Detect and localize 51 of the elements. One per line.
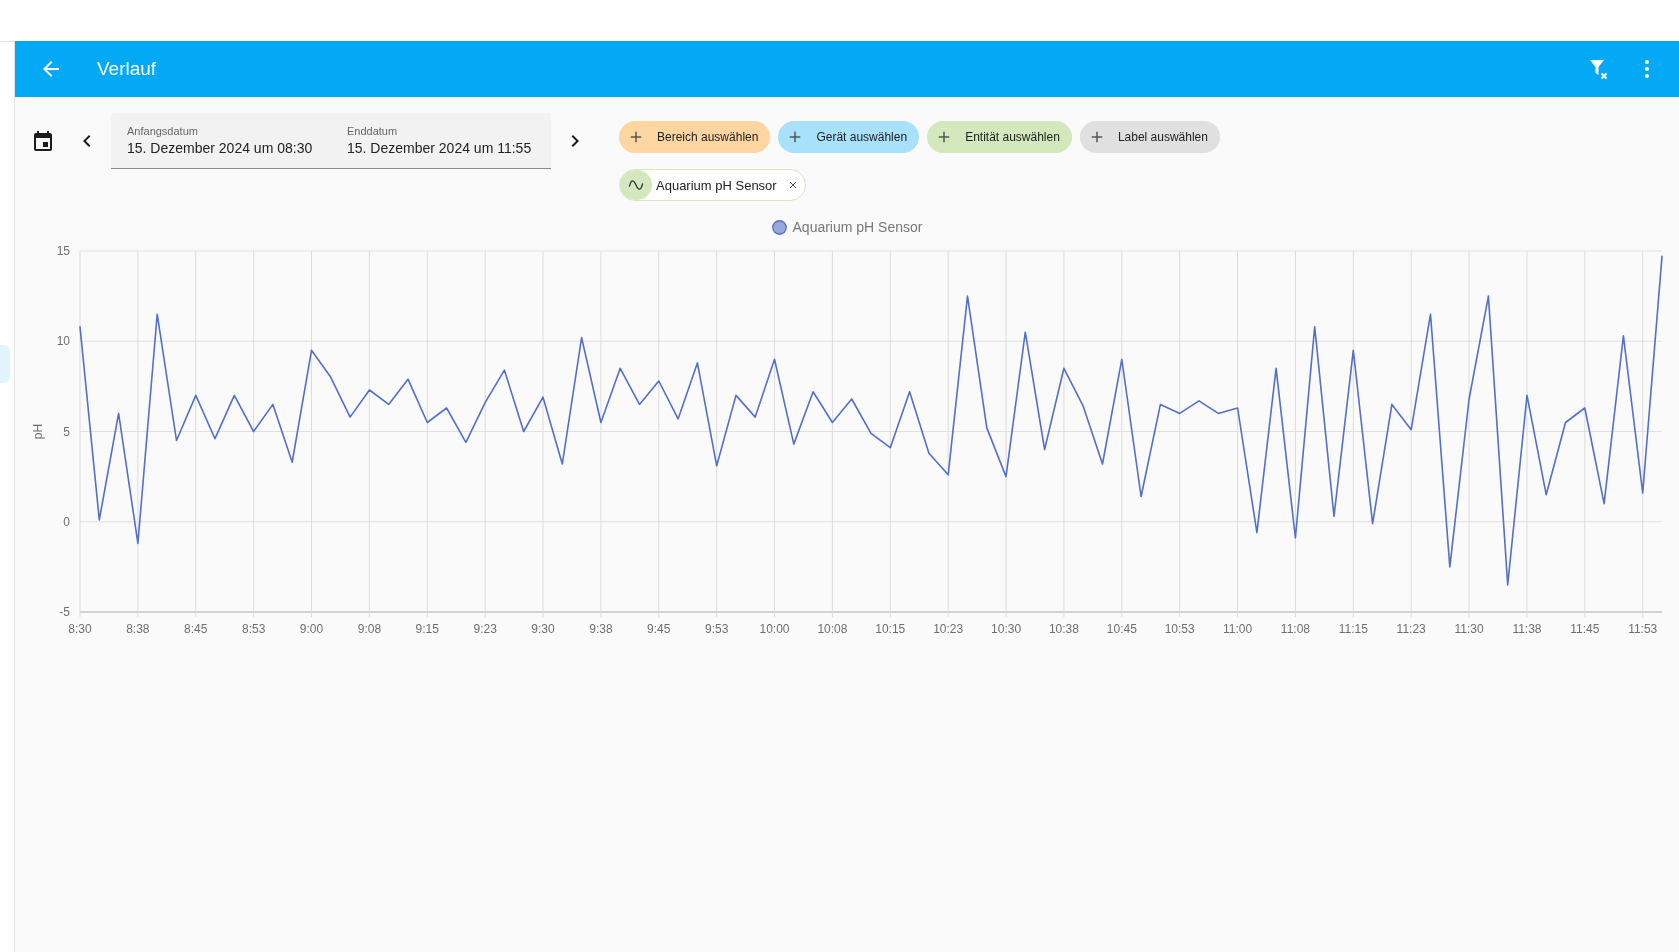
- x-tick-label: 8:45: [184, 622, 208, 636]
- x-tick-label: 9:53: [705, 622, 729, 636]
- x-tick-label: 10:08: [817, 622, 848, 636]
- selected-entity-chip[interactable]: Aquarium pH Sensor: [619, 169, 806, 201]
- chip-label: Aquarium pH Sensor: [656, 177, 777, 193]
- x-tick-label: 10:38: [1048, 622, 1079, 636]
- picker-chip[interactable]: Bereich auswählen: [619, 121, 771, 153]
- x-tick-label: 9:08: [357, 622, 382, 636]
- x-tick-label: 11:00: [1223, 622, 1253, 636]
- x-tick-label: 10:45: [1106, 622, 1137, 636]
- legend-dot[interactable]: [771, 219, 787, 235]
- y-tick-label: 0: [63, 514, 70, 529]
- picker-chip[interactable]: Entität auswählen: [927, 121, 1072, 153]
- legend-label[interactable]: Aquarium pH Sensor: [792, 219, 923, 235]
- field-label: Anfangsdatum: [127, 125, 199, 137]
- x-tick-label: 11:23: [1396, 622, 1426, 636]
- y-tick-label: 10: [56, 334, 70, 349]
- x-tick-label: 11:38: [1512, 622, 1542, 636]
- x-tick-label: 11:30: [1454, 622, 1484, 636]
- y-tick-label: 15: [56, 244, 70, 258]
- x-tick-label: 10:23: [933, 622, 964, 636]
- x-tick-label: 8:53: [241, 622, 266, 636]
- picker-chip[interactable]: Label auswählen: [1079, 121, 1220, 153]
- y-tick-label: -5: [59, 605, 70, 619]
- x-tick-label: 10:00: [759, 622, 790, 636]
- x-tick-label: 8:38: [126, 622, 150, 636]
- x-tick-label: 10:30: [991, 622, 1022, 636]
- x-tick-label: 11:45: [1570, 622, 1600, 636]
- x-tick-label: 10:15: [875, 622, 906, 636]
- x-tick-label: 9:30: [531, 622, 555, 636]
- sidebar-item-highlight: [0, 345, 10, 383]
- x-tick-label: 11:53: [1628, 622, 1658, 636]
- x-tick-label: 11:08: [1280, 622, 1310, 636]
- end-date-value: 15. Dezember 2024 um 11:55: [347, 140, 533, 156]
- x-tick-label: 9:23: [473, 622, 497, 636]
- date-range-field[interactable]: Anfangsdatum 15. Dezember 2024 um 08:30 Enddatum 15. Dezember 2024 um 11:55: [111, 113, 551, 169]
- y-tick-label: 5: [63, 424, 70, 439]
- sine-wave-icon: [620, 170, 652, 200]
- page-title: Verlauf: [97, 58, 157, 80]
- x-tick-label: 9:00: [299, 622, 324, 636]
- field-label: Enddatum: [347, 125, 399, 137]
- x-tick-label: 11:15: [1338, 622, 1368, 636]
- calendar-icon[interactable]: [31, 129, 55, 153]
- x-tick-label: 9:15: [415, 622, 439, 636]
- x-tick-label: 9:38: [589, 622, 613, 636]
- start-date-value: 15. Dezember 2024 um 08:30: [127, 140, 314, 156]
- x-tick-label: 10:53: [1164, 622, 1195, 636]
- x-tick-label: 8:30: [68, 622, 92, 636]
- picker-chip[interactable]: Gerät auswählen: [778, 121, 920, 153]
- x-tick-label: 9:45: [647, 622, 671, 636]
- y-axis-label: pH: [31, 423, 45, 440]
